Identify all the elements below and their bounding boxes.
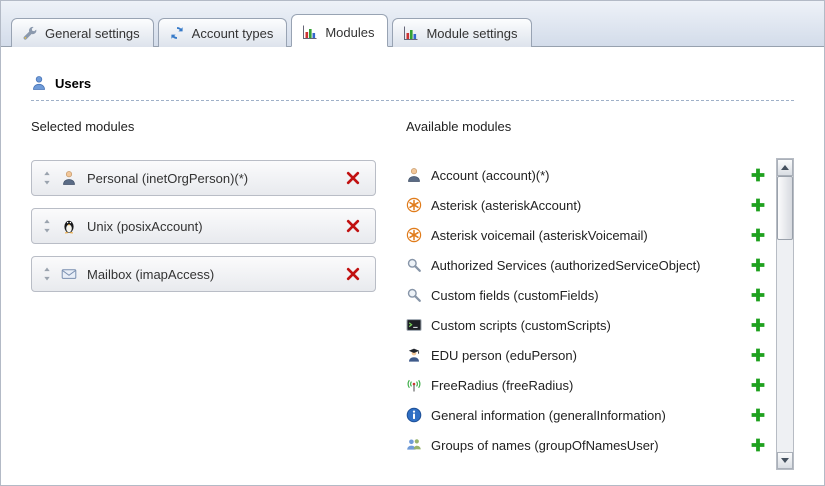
scrollbar-track[interactable] [777, 176, 793, 452]
module-label: EDU person (eduPerson) [431, 348, 749, 363]
add-module-button[interactable] [749, 257, 766, 274]
add-module-button[interactable] [749, 377, 766, 394]
drag-handle-icon[interactable] [42, 171, 51, 185]
available-modules-list: Account (account)(*) Asterisk (asteriskA… [406, 160, 794, 472]
module-label: Asterisk voicemail (asteriskVoicemail) [431, 228, 749, 243]
remove-module-button[interactable] [344, 170, 361, 187]
selected-module-row[interactable]: Mailbox (imapAccess) [31, 256, 376, 292]
wrench-icon [22, 25, 38, 41]
asterisk-icon [406, 197, 422, 213]
add-module-button[interactable] [749, 317, 766, 334]
users-section-header: Users [31, 75, 794, 101]
add-module-button[interactable] [749, 407, 766, 424]
tab-bar: General settings Account types Modules M… [1, 1, 824, 46]
drag-handle-icon[interactable] [42, 267, 51, 281]
info-icon [406, 407, 422, 423]
add-module-button[interactable] [749, 227, 766, 244]
section-title: Users [55, 76, 91, 91]
available-modules-scrollbar[interactable] [776, 158, 794, 470]
module-label: FreeRadius (freeRadius) [431, 378, 749, 393]
remove-module-button[interactable] [344, 218, 361, 235]
drag-handle-icon[interactable] [42, 219, 51, 233]
module-label: Authorized Services (authorizedServiceOb… [431, 258, 749, 273]
module-label: Groups of names (groupOfNamesUser) [431, 438, 749, 453]
available-module-row: Groups of names (groupOfNamesUser) [406, 430, 770, 460]
down-arrow-icon [781, 458, 789, 463]
available-module-row: Custom scripts (customScripts) [406, 310, 770, 340]
tab-label: Module settings [426, 26, 517, 41]
available-module-row: FreeRadius (freeRadius) [406, 370, 770, 400]
module-label: Custom fields (customFields) [431, 288, 749, 303]
envelope-icon [61, 266, 77, 282]
chart-icon [403, 25, 419, 41]
selected-module-row[interactable]: Unix (posixAccount) [31, 208, 376, 244]
person-icon [61, 170, 77, 186]
tab-label: Account types [192, 26, 274, 41]
module-label: Account (account)(*) [431, 168, 749, 183]
magnifier-icon [406, 257, 422, 273]
module-label: General information (generalInformation) [431, 408, 749, 423]
module-label: Unix (posixAccount) [87, 219, 344, 234]
available-module-row: General information (generalInformation) [406, 400, 770, 430]
tab-module-settings[interactable]: Module settings [392, 18, 531, 47]
scrollbar-thumb[interactable] [777, 176, 793, 240]
add-module-button[interactable] [749, 167, 766, 184]
scroll-up-button[interactable] [777, 159, 793, 176]
terminal-icon [406, 317, 422, 333]
asterisk-icon [406, 227, 422, 243]
add-module-button[interactable] [749, 287, 766, 304]
add-module-button[interactable] [749, 347, 766, 364]
module-label: Mailbox (imapAccess) [87, 267, 344, 282]
add-module-button[interactable] [749, 197, 766, 214]
user-icon [31, 75, 47, 91]
scroll-down-button[interactable] [777, 452, 793, 469]
selected-module-row[interactable]: Personal (inetOrgPerson)(*) [31, 160, 376, 196]
penguin-icon [61, 218, 77, 234]
selected-modules-heading: Selected modules [31, 119, 376, 134]
graduate-icon [406, 347, 422, 363]
available-modules-heading: Available modules [406, 119, 794, 134]
module-label: Asterisk (asteriskAccount) [431, 198, 749, 213]
settings-window: General settings Account types Modules M… [0, 0, 825, 486]
chart-icon [302, 24, 318, 40]
available-module-row: Account (account)(*) [406, 160, 770, 190]
remove-module-button[interactable] [344, 266, 361, 283]
tab-label: General settings [45, 26, 140, 41]
module-label: Custom scripts (customScripts) [431, 318, 749, 333]
available-module-row: Custom fields (customFields) [406, 280, 770, 310]
tab-modules[interactable]: Modules [291, 14, 388, 47]
add-module-button[interactable] [749, 437, 766, 454]
module-label: Personal (inetOrgPerson)(*) [87, 171, 344, 186]
person-icon [406, 167, 422, 183]
available-module-row: Asterisk voicemail (asteriskVoicemail) [406, 220, 770, 250]
available-module-row: Asterisk (asteriskAccount) [406, 190, 770, 220]
antenna-icon [406, 377, 422, 393]
tab-account-types[interactable]: Account types [158, 18, 288, 47]
up-arrow-icon [781, 165, 789, 170]
magnifier-icon [406, 287, 422, 303]
group-icon [406, 437, 422, 453]
available-module-row: Authorized Services (authorizedServiceOb… [406, 250, 770, 280]
modules-panel: Users Selected modules Personal (inetOrg… [1, 46, 824, 486]
tab-general-settings[interactable]: General settings [11, 18, 154, 47]
available-module-row: EDU person (eduPerson) [406, 340, 770, 370]
sync-icon [169, 25, 185, 41]
tab-label: Modules [325, 25, 374, 40]
